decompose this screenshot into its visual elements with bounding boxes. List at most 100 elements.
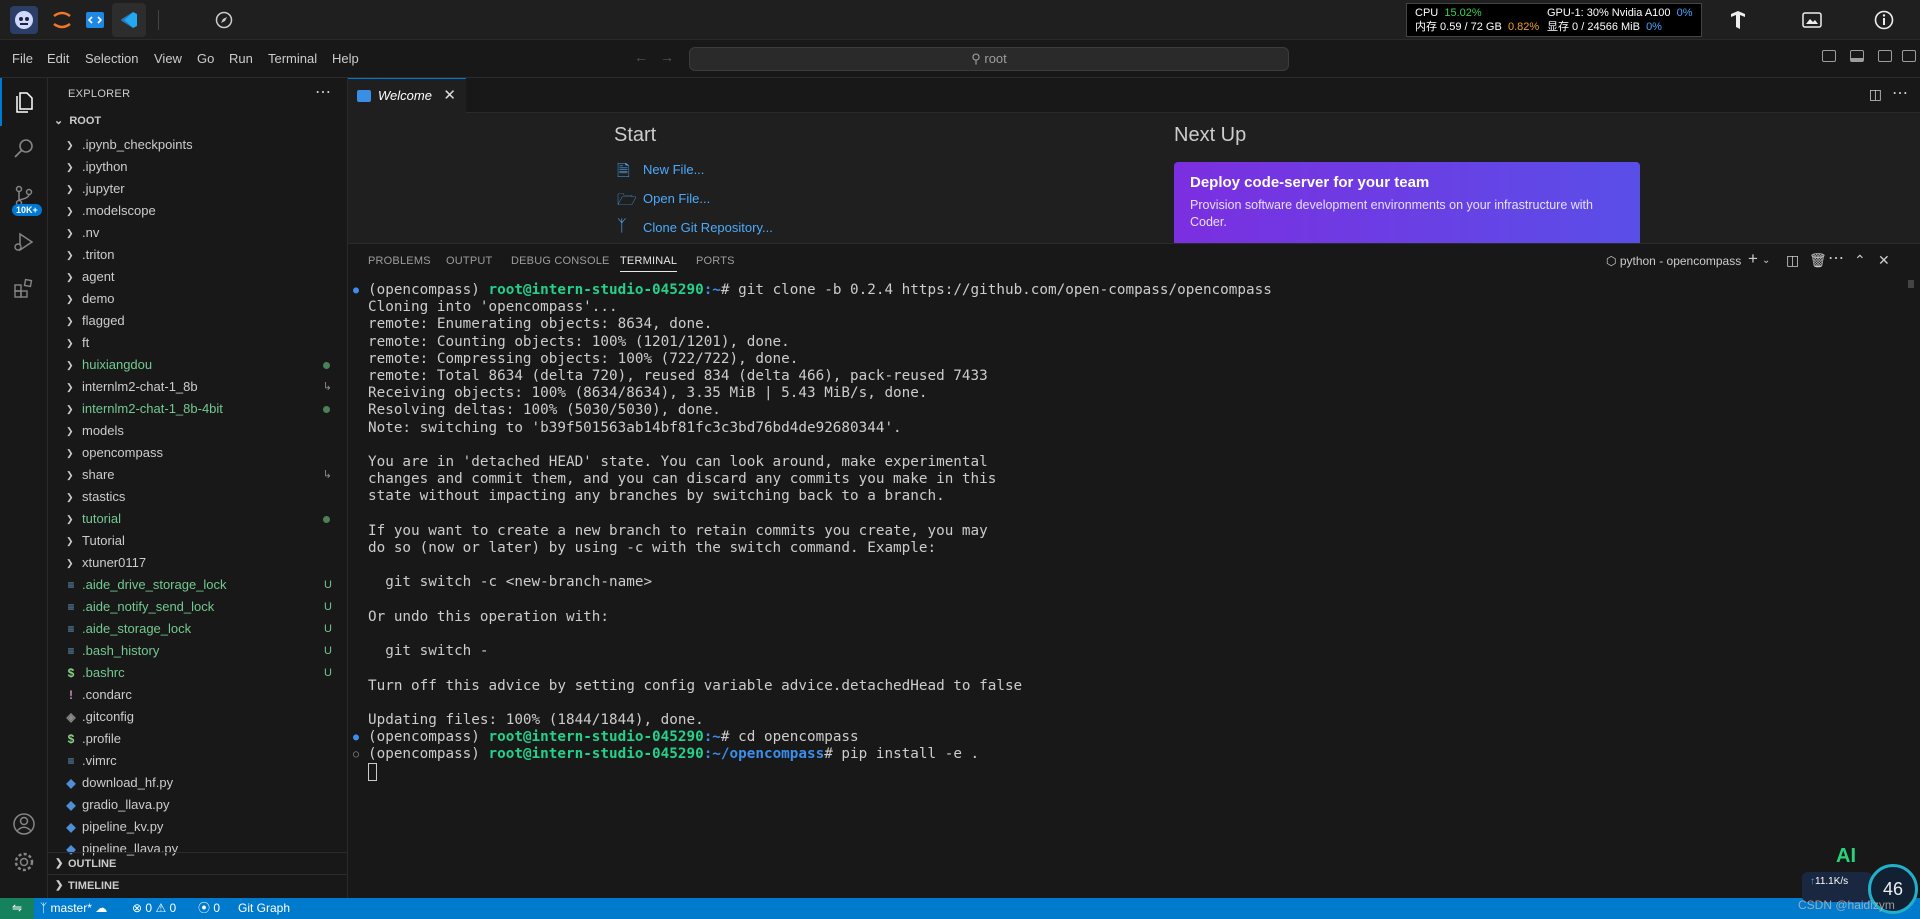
tab-problems[interactable]: PROBLEMS [368,255,431,267]
lines-file-icon: ≡ [67,644,75,658]
jupyter-icon[interactable] [48,6,76,34]
code-editor-icon[interactable] [81,6,109,34]
file-item[interactable]: ≡ .aide_notify_send_lock U [48,596,348,618]
file-item[interactable]: ◆ download_hf.py [48,772,348,794]
tensorflow-icon[interactable] [1724,6,1752,34]
folder-item[interactable]: ❯ internlm2-chat-1_8b ↳ [48,376,348,398]
folder-item[interactable]: ❯ share ↳ [48,464,348,486]
folder-item[interactable]: ❯ flagged [48,310,348,332]
chevron-down-icon[interactable]: ⌄ [1762,255,1770,266]
file-item[interactable]: ≡ .bash_history U [48,640,348,662]
git-graph-button[interactable]: Git Graph [238,898,290,919]
folder-item[interactable]: ❯ tutorial [48,508,348,530]
compass-icon[interactable] [210,6,238,34]
file-item[interactable]: $ .profile [48,728,348,750]
maximize-panel-icon[interactable]: ⌃ [1854,252,1866,269]
run-debug-icon[interactable] [10,228,38,256]
account-icon[interactable] [10,810,38,838]
terminal-scrollbar[interactable] [1908,280,1914,288]
prompt-path: :~ [703,729,721,746]
file-item[interactable]: ◆ gradio_llava.py [48,794,348,816]
toggle-sidebar-icon[interactable] [1822,50,1836,62]
folder-item[interactable]: ❯ stastics [48,486,348,508]
menu-terminal[interactable]: Terminal [268,51,317,66]
toggle-secondary-sidebar-icon[interactable] [1878,50,1892,62]
more-actions-icon[interactable]: ⋯ [315,82,331,102]
problems-indicator[interactable]: ⊗ 0 ⚠ 0 [132,898,176,919]
file-item[interactable]: ! .condarc [48,684,348,706]
search-sidebar-icon[interactable] [10,134,38,162]
file-item[interactable]: ≡ .aide_drive_storage_lock U [48,574,348,596]
folder-item[interactable]: ❯ opencompass [48,442,348,464]
file-item[interactable]: ≡ .vimrc [48,750,348,772]
folder-item[interactable]: ❯ demo [48,288,348,310]
terminal-instance-selector[interactable]: ⬡ python - opencompass [1606,254,1741,268]
close-panel-icon[interactable]: ✕ [1878,252,1890,269]
remote-indicator-icon[interactable]: ⇋ [0,898,34,919]
toggle-panel-icon[interactable] [1850,50,1864,62]
folder-item[interactable]: ❯ .modelscope [48,200,348,222]
folder-item[interactable]: ❯ xtuner0117 [48,552,348,574]
file-item[interactable]: ≡ .aide_storage_lock U [48,618,348,640]
split-editor-icon[interactable]: ◫ [1869,86,1882,103]
chevron-right-icon: ❯ [66,448,74,458]
panel-more-icon[interactable]: ⋯ [1828,248,1844,268]
info-icon[interactable] [1870,6,1898,34]
branch-indicator[interactable]: ᛉ master* ☁ [40,898,107,919]
root-folder-header[interactable]: ⌄ ROOT [54,114,101,127]
folder-item[interactable]: ❯ Tutorial [48,530,348,552]
settings-gear-icon[interactable] [10,848,38,876]
nav-back-icon[interactable]: ← [634,49,648,65]
clone-repo-link[interactable]: ᛉ Clone Git Repository... [617,218,773,235]
explorer-icon[interactable] [10,88,38,116]
folder-item[interactable]: ❯ .triton [48,244,348,266]
panel-tabs: PROBLEMS OUTPUT DEBUG CONSOLE TERMINAL P… [348,244,1920,278]
app-logo-icon[interactable] [10,6,38,34]
terminal-output[interactable]: ● (opencompass) root@intern-studio-045290… [348,280,1908,880]
outline-section[interactable]: ❯ OUTLINE [48,852,348,874]
tab-ports[interactable]: PORTS [696,255,735,267]
folder-item[interactable]: ❯ models [48,420,348,442]
command-center-search[interactable]: ⚲ root [689,47,1289,71]
screenshot-icon[interactable] [1798,6,1826,34]
tab-welcome[interactable]: Welcome ✕ [348,78,466,113]
folder-item[interactable]: ❯ huixiangdou [48,354,348,376]
folder-item[interactable]: ❯ .nv [48,222,348,244]
file-label: .vimrc [82,753,117,768]
tab-debug-console[interactable]: DEBUG CONSOLE [511,255,610,267]
bang-file-icon: ! [69,688,73,702]
folder-item[interactable]: ❯ .ipython [48,156,348,178]
tab-terminal[interactable]: TERMINAL [620,255,678,272]
menu-help[interactable]: Help [332,51,359,66]
menu-selection[interactable]: Selection [85,51,138,66]
menu-go[interactable]: Go [197,51,214,66]
deploy-card[interactable]: Deploy code-server for your team Provisi… [1174,162,1640,243]
menu-run[interactable]: Run [229,51,253,66]
menu-file[interactable]: File [12,51,33,66]
folder-item[interactable]: ❯ agent [48,266,348,288]
ports-indicator[interactable]: ⦿ 0 [198,898,220,919]
chevron-right-icon: ❯ [66,492,74,502]
split-terminal-icon[interactable]: ◫ [1786,252,1799,269]
menu-edit[interactable]: Edit [47,51,69,66]
file-item[interactable]: $ .bashrc U [48,662,348,684]
new-file-link[interactable]: 🗎 New File... [617,162,704,180]
close-icon[interactable]: ✕ [443,79,456,113]
open-file-link[interactable]: 🗁 Open File... [617,191,710,209]
nav-forward-icon[interactable]: → [660,49,674,65]
timeline-section[interactable]: ❯ TIMELINE [48,874,348,896]
new-terminal-icon[interactable]: + [1748,249,1758,269]
trash-icon[interactable]: 🗑 [1809,252,1827,269]
folder-item[interactable]: ❯ .ipynb_checkpoints [48,134,348,156]
extensions-icon[interactable] [10,274,38,302]
menu-view[interactable]: View [154,51,182,66]
folder-item[interactable]: ❯ ft [48,332,348,354]
editor-more-icon[interactable]: ⋯ [1892,83,1908,103]
tab-output[interactable]: OUTPUT [446,255,492,267]
vscode-icon[interactable] [112,3,146,37]
file-item[interactable]: ◈ .gitconfig [48,706,348,728]
folder-item[interactable]: ❯ internlm2-chat-1_8b-4bit [48,398,348,420]
folder-item[interactable]: ❯ .jupyter [48,178,348,200]
customize-layout-icon[interactable] [1902,50,1916,62]
file-item[interactable]: ◆ pipeline_kv.py [48,816,348,838]
